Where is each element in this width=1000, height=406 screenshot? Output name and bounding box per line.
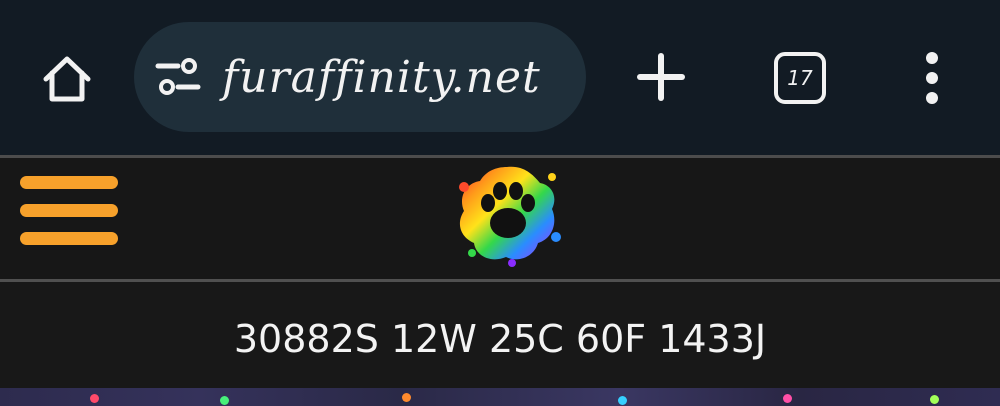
more-vertical-icon[interactable] xyxy=(912,48,952,108)
site-stats-text: 30882S 12W 25C 60F 1433J xyxy=(233,317,767,361)
tab-count: 17 xyxy=(787,66,813,90)
url-text[interactable]: furaffinity.net xyxy=(222,48,541,108)
banner-art-strip xyxy=(0,388,1000,406)
home-icon xyxy=(43,56,91,102)
tab-switcher-button[interactable]: 17 xyxy=(774,52,826,104)
tune-icon[interactable] xyxy=(154,58,202,98)
hamburger-menu-icon[interactable] xyxy=(20,176,120,248)
home-button[interactable] xyxy=(38,50,96,108)
rainbow-paw-splash-logo[interactable] xyxy=(452,157,562,269)
plus-icon[interactable] xyxy=(632,48,690,106)
